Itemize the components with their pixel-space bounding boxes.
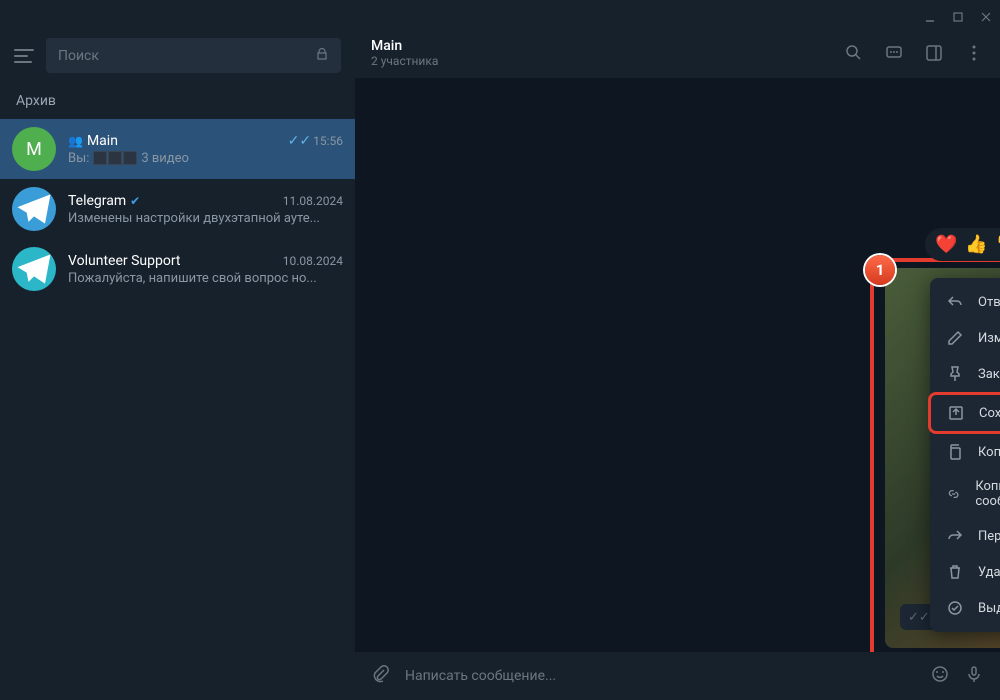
compose-bar [355, 652, 1000, 700]
read-checks-icon: ✓✓ [288, 133, 311, 149]
verified-icon: ✔ [130, 194, 140, 208]
reply-icon [946, 293, 964, 311]
delete-icon [946, 563, 964, 581]
menu-item-label: Удалить [978, 565, 1000, 580]
search-icon[interactable] [844, 41, 864, 65]
reaction-heart[interactable]: ❤️ [935, 234, 957, 255]
search-box[interactable] [46, 38, 341, 73]
menu-item-label: Выделить [978, 601, 1000, 616]
menu-item-reply[interactable]: Ответить [930, 284, 1000, 320]
edit-icon [946, 329, 964, 347]
reaction-thumbsup[interactable]: 👍 [965, 234, 987, 255]
menu-item-delete[interactable]: Удалить [930, 554, 1000, 590]
read-checks-icon: ✓✓ [908, 610, 930, 625]
chat-preview: Изменены настройки двухэтапной ауте... [68, 211, 343, 226]
menu-item-label: Копировать ссылку на сообщение [975, 479, 1000, 509]
group-icon: 👥 [68, 134, 83, 148]
avatar [12, 187, 56, 231]
tutorial-badge-1: 1 [865, 255, 895, 285]
chat-item-main[interactable]: M 👥 Main ✓✓15:56 Вы: 3 видео [0, 119, 355, 179]
menu-item-pin[interactable]: Закрепить [930, 356, 1000, 392]
menu-item-label: Сохранить как... [979, 406, 1000, 421]
comment-icon[interactable] [884, 41, 904, 65]
pin-icon [946, 365, 964, 383]
menu-item-copylink[interactable]: Копировать ссылку на сообщение [930, 470, 1000, 518]
chat-name-label: Main [87, 133, 118, 149]
menu-item-label: Переслать [978, 529, 1000, 544]
emoji-icon[interactable] [930, 664, 950, 688]
chat-time-label: 11.08.2024 [283, 194, 343, 208]
sidebar-toggle-icon[interactable] [924, 41, 944, 65]
menu-item-select[interactable]: Выделить [930, 590, 1000, 626]
chat-name-label: Volunteer Support [68, 253, 181, 269]
sidebar: Архив M 👥 Main ✓✓15:56 Вы: 3 видео [0, 28, 355, 700]
menu-item-label: Копировать изображение [978, 445, 1000, 460]
reactions-bar: ❤️ 👍 👎 🔥 🥰 👏 😁 🤔 🤯 [925, 228, 1000, 261]
menu-item-label: Закрепить [978, 367, 1000, 382]
context-menu: Ответить Изменить Закрепить Сохранить ка… [930, 278, 1000, 632]
chat-subtitle: 2 участника [371, 54, 438, 68]
menu-item-saveas[interactable]: Сохранить как... [928, 392, 1000, 434]
archive-label: Архив [0, 83, 355, 119]
chat-item-volunteer[interactable]: Volunteer Support 10.08.2024 Пожалуйста,… [0, 239, 355, 299]
chat-time-label: 15:56 [313, 134, 343, 148]
window-titlebar [0, 0, 1000, 28]
compose-input[interactable] [405, 668, 916, 684]
menu-item-forward[interactable]: Переслать [930, 518, 1000, 554]
copy-icon [946, 443, 964, 461]
more-icon[interactable] [964, 41, 984, 65]
menu-item-label: Изменить [978, 331, 1000, 346]
menu-item-copyimage[interactable]: Копировать изображение [930, 434, 1000, 470]
mic-icon[interactable] [964, 664, 984, 688]
avatar [12, 247, 56, 291]
maximize-button[interactable] [952, 8, 964, 20]
chat-time-label: 10.08.2024 [283, 254, 343, 268]
chat-preview: Пожалуйста, напишите свой вопрос но... [68, 271, 343, 286]
select-icon [946, 599, 964, 617]
chat-area: Main 2 участника ❤️ 👍 👎 🔥 🥰 [355, 28, 1000, 700]
reaction-thumbsdown[interactable]: 👎 [996, 234, 1000, 255]
preview-thumbnails [93, 151, 137, 165]
page-title: Main [371, 38, 438, 54]
chat-name-label: Telegram [68, 193, 126, 209]
attach-icon[interactable] [371, 664, 391, 688]
minimize-button[interactable] [924, 8, 936, 20]
preview-suffix: 3 видео [141, 151, 189, 166]
preview-prefix: Вы: [68, 151, 89, 166]
search-input[interactable] [58, 48, 307, 64]
link-icon [946, 485, 961, 503]
saveas-icon [947, 404, 965, 422]
lock-icon [315, 46, 329, 65]
close-button[interactable] [980, 8, 992, 20]
chat-item-telegram[interactable]: Telegram ✔ 11.08.2024 Изменены настройки … [0, 179, 355, 239]
menu-item-label: Ответить [978, 295, 1000, 310]
avatar: M [12, 127, 56, 171]
menu-icon[interactable] [14, 49, 34, 63]
forward-icon [946, 527, 964, 545]
menu-item-edit[interactable]: Изменить [930, 320, 1000, 356]
